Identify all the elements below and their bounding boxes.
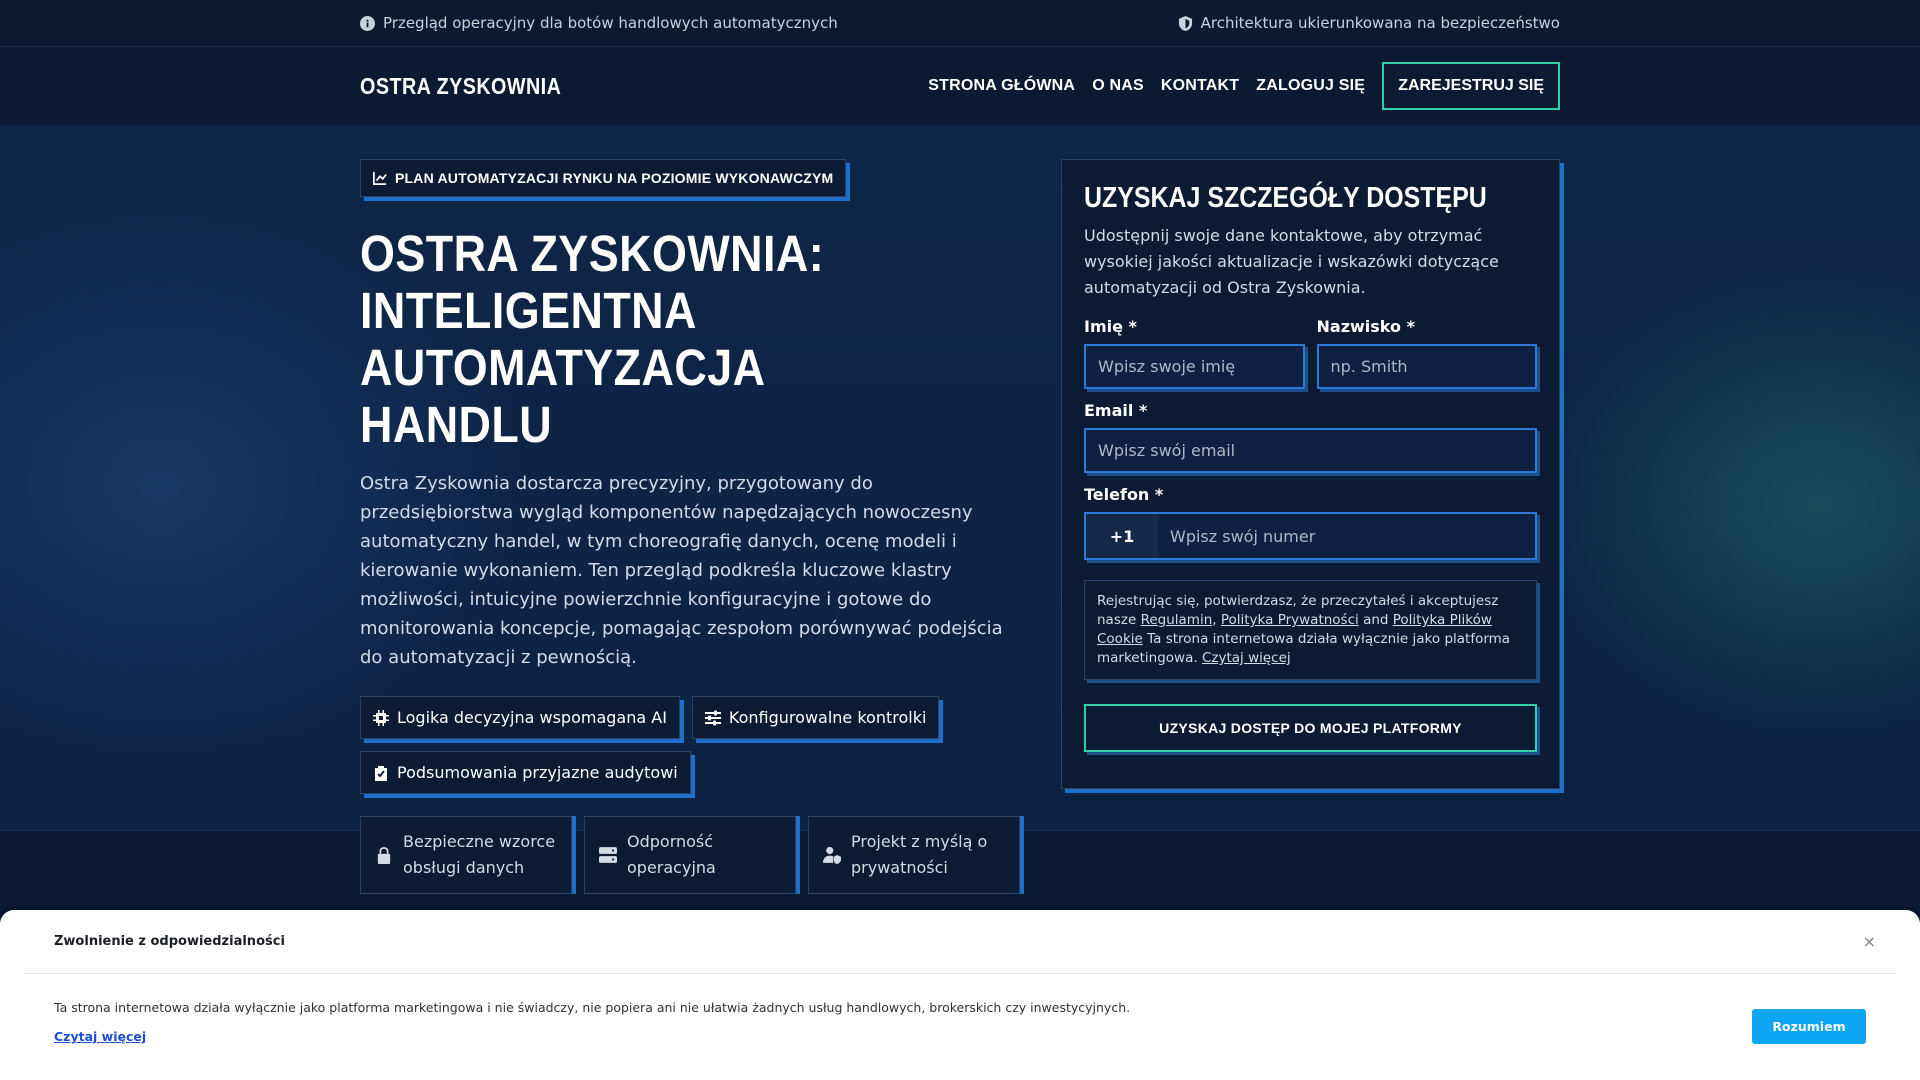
feature-chips: Logika decyzyjna wspomagana AI Konfiguro… <box>360 696 1040 794</box>
phone-label: Telefon * <box>1084 485 1164 504</box>
chart-line-icon <box>373 171 387 185</box>
email-label: Email * <box>1084 401 1148 420</box>
phone-input-group: +1 <box>1084 512 1537 560</box>
trust-label: Bezpieczne wzorce obsługi danych <box>403 832 556 877</box>
server-icon <box>599 847 617 863</box>
first-name-field: Imię * <box>1084 317 1305 389</box>
site-header: OSTRA ZYSKOWNIA STRONA GŁÓWNA O NAS KONT… <box>0 47 1920 125</box>
hero-content: PLAN AUTOMATYZACJI RYNKU NA POZIOMIE WYK… <box>360 159 1020 894</box>
accept-disclaimer-button[interactable]: Rozumiem <box>1752 1009 1866 1044</box>
nav-home[interactable]: STRONA GŁÓWNA <box>928 77 1075 95</box>
terms-and: and <box>1363 612 1389 628</box>
first-name-input[interactable] <box>1084 344 1305 389</box>
hero-section: PLAN AUTOMATYZACJI RYNKU NA POZIOMIE WYK… <box>0 125 1920 894</box>
eyebrow-text: PLAN AUTOMATYZACJI RYNKU NA POZIOMIE WYK… <box>395 170 834 186</box>
chip-label: Podsumowania przyjazne audytowi <box>397 763 678 782</box>
trust-secure-data: Bezpieczne wzorce obsługi danych <box>360 816 572 894</box>
sliders-icon <box>704 710 721 725</box>
trust-cards: Bezpieczne wzorce obsługi danych Odporno… <box>360 816 1020 894</box>
first-name-label: Imię * <box>1084 317 1137 336</box>
disclaimer-header: Zwolnienie z odpowiedzialności × <box>24 910 1896 974</box>
nav-contact[interactable]: KONTAKT <box>1161 77 1239 95</box>
chip-label: Logika decyzyjna wspomagana AI <box>397 708 667 727</box>
topbar-right: Architektura ukierunkowana na bezpieczeń… <box>1178 14 1560 32</box>
hero-title: OSTRA ZYSKOWNIA: INTELIGENTNA AUTOMATYZA… <box>360 225 1020 453</box>
last-name-field: Nazwisko * <box>1316 317 1537 389</box>
name-row: Imię * Nazwisko * <box>1084 317 1537 389</box>
topbar-left-text: Przegląd operacyjny dla botów handlowych… <box>383 14 838 32</box>
brand-logo[interactable]: OSTRA ZYSKOWNIA <box>360 73 561 100</box>
email-row: Email * <box>1084 401 1537 473</box>
phone-row: Telefon * +1 <box>1084 485 1537 560</box>
privacy-link[interactable]: Polityka Prywatności <box>1221 612 1359 628</box>
nav-about[interactable]: O NAS <box>1092 77 1144 95</box>
form-description: Udostępnij swoje dane kontaktowe, aby ot… <box>1084 226 1499 297</box>
nav-login[interactable]: ZALOGUJ SIĘ <box>1256 77 1365 95</box>
chip-label: Konfigurowalne kontrolki <box>728 708 927 727</box>
form-title: UZYSKAJ SZCZEGÓŁY DOSTĘPU <box>1084 182 1487 214</box>
hero-description: Ostra Zyskownia dostarcza precyzyjny, pr… <box>360 473 1003 668</box>
eyebrow-badge: PLAN AUTOMATYZACJI RYNKU NA POZIOMIE WYK… <box>360 159 847 197</box>
trust-resilience: Odporność operacyjna <box>584 816 796 894</box>
terms-notice: Rejestrując się, potwierdzasz, że przecz… <box>1084 580 1537 680</box>
lock-icon <box>377 847 391 864</box>
shield-icon <box>1178 15 1192 31</box>
hero-title-line-3: HANDLU <box>360 396 553 453</box>
last-name-input[interactable] <box>1316 344 1537 389</box>
cpu-icon <box>373 709 389 726</box>
terms-link[interactable]: Regulamin <box>1141 612 1213 628</box>
info-icon <box>360 15 375 31</box>
topbar-right-text: Architektura ukierunkowana na bezpieczeń… <box>1200 14 1560 32</box>
trust-privacy: Projekt z myślą o prywatności <box>808 816 1020 894</box>
last-name-label: Nazwisko * <box>1316 317 1415 336</box>
register-button[interactable]: ZAREJESTRUJ SIĘ <box>1382 62 1560 110</box>
email-input[interactable] <box>1084 428 1537 473</box>
phone-input[interactable] <box>1158 514 1535 558</box>
email-field: Email * <box>1084 401 1537 473</box>
signup-form-card: UZYSKAJ SZCZEGÓŁY DOSTĘPU Udostępnij swo… <box>1061 159 1560 789</box>
chip-ai-logic: Logika decyzyjna wspomagana AI <box>360 696 680 739</box>
chip-audit: Podsumowania przyjazne audytowi <box>360 751 691 794</box>
trust-label: Odporność operacyjna <box>627 832 716 877</box>
disclaimer-banner: Zwolnienie z odpowiedzialności × Ta stro… <box>0 910 1920 1080</box>
chip-controls: Konfigurowalne kontrolki <box>691 696 940 739</box>
top-info-bar: Przegląd operacyjny dla botów handlowych… <box>0 0 1920 47</box>
trust-label: Projekt z myślą o prywatności <box>851 832 988 877</box>
topbar-left: Przegląd operacyjny dla botów handlowych… <box>360 14 838 32</box>
hero-title-line-1: OSTRA ZYSKOWNIA: <box>360 225 825 282</box>
terms-suffix: Ta strona internetowa działa wyłącznie j… <box>1097 631 1511 666</box>
country-code-select[interactable]: +1 <box>1086 514 1158 558</box>
main-nav: STRONA GŁÓWNA O NAS KONTAKT ZALOGUJ SIĘ … <box>928 62 1560 110</box>
disclaimer-text: Ta strona internetowa działa wyłącznie j… <box>54 1000 1131 1015</box>
close-icon[interactable]: × <box>1863 932 1876 951</box>
disclaimer-title: Zwolnienie z odpowiedzialności <box>54 934 285 949</box>
phone-field: Telefon * +1 <box>1084 485 1537 560</box>
submit-button[interactable]: UZYSKAJ DOSTĘP DO MOJEJ PLATFORMY <box>1084 704 1537 752</box>
user-shield-icon <box>823 846 841 864</box>
disclaimer-body: Ta strona internetowa działa wyłącznie j… <box>0 974 1920 1071</box>
terms-read-more-link[interactable]: Czytaj więcej <box>1202 650 1291 666</box>
disclaimer-read-more-link[interactable]: Czytaj więcej <box>54 1029 146 1044</box>
clipboard-check-icon <box>375 765 387 781</box>
hero-title-line-2: INTELIGENTNA AUTOMATYZACJA <box>360 282 766 396</box>
